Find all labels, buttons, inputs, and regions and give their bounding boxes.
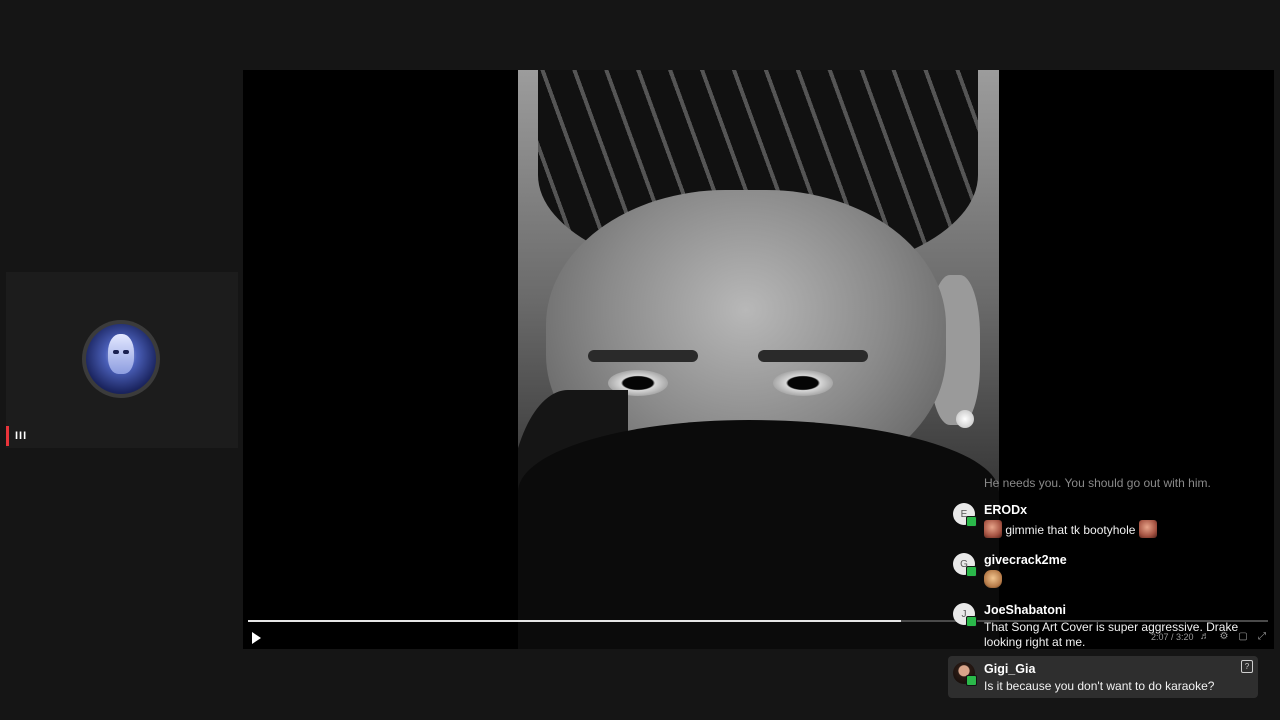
verified-badge-icon (966, 675, 977, 686)
chat-message-text: That Song Art Cover is super aggressive.… (984, 620, 1239, 649)
chat-username[interactable]: Gigi_Gia (984, 662, 1035, 676)
verified-badge-icon (966, 616, 977, 627)
face-emote-icon (1138, 520, 1157, 538)
user-avatar[interactable]: J (953, 603, 977, 627)
progress-fill (248, 620, 901, 622)
chat-username[interactable]: givecrack2me (984, 553, 1067, 567)
user-avatar[interactable] (953, 662, 977, 686)
verified-badge-icon (966, 516, 977, 527)
audio-bars-icon: III (15, 430, 28, 442)
mic-level-bar (6, 426, 9, 446)
user-avatar[interactable]: G (953, 553, 977, 577)
mic-indicator: III (6, 426, 32, 446)
user-avatar[interactable]: E (953, 503, 977, 527)
chat-panel: He needs you. You should go out with him… (948, 460, 1263, 700)
chat-username[interactable]: ERODx (984, 503, 1027, 517)
report-message-icon[interactable]: ? (1241, 660, 1253, 673)
hand-emote-icon (984, 570, 1002, 588)
participant-avatar (82, 320, 160, 398)
chat-message-text: gimmie that tk bootyhole (984, 520, 1254, 538)
chat-message-text (984, 570, 1254, 588)
play-button[interactable] (249, 630, 265, 646)
chat-message-text: Is it because you don't want to do karao… (984, 679, 1215, 693)
face-emote-icon (984, 520, 1002, 538)
chat-message-text: He needs you. You should go out with him… (984, 476, 1211, 490)
masked-face-avatar-icon (86, 324, 156, 394)
chat-username[interactable]: JoeShabatoni (984, 603, 1066, 617)
participant-tile[interactable]: III (6, 272, 238, 448)
song-cover-art (518, 70, 999, 649)
verified-badge-icon (966, 566, 977, 577)
